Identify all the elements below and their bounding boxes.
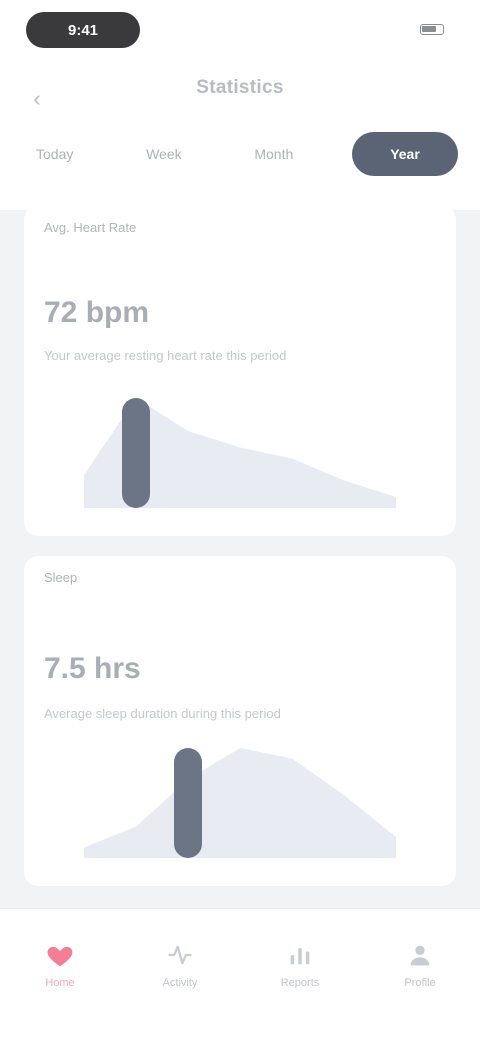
tabbar-label: Profile <box>404 977 436 989</box>
card-value: 7.5 hrs <box>44 652 141 685</box>
tabbar-label: Activity <box>162 977 198 989</box>
activity-icon <box>164 939 196 971</box>
chart-area <box>84 748 396 858</box>
card-value: 72 bpm <box>44 296 150 329</box>
heart-icon <box>44 939 76 971</box>
tabbar-item-home[interactable]: Home <box>10 939 110 1040</box>
period-tabs: Today Week Month Year <box>22 130 458 178</box>
header: ‹ Statistics Today Week Month Year <box>0 60 480 210</box>
tabbar-item-reports[interactable]: Reports <box>250 939 350 1040</box>
bottom-tab-bar: Home Activity Reports Profile <box>0 908 480 1040</box>
tab-today[interactable]: Today <box>22 132 87 176</box>
card-label: Sleep <box>44 570 78 585</box>
card-label: Avg. Heart Rate <box>44 220 137 235</box>
sleep-chart <box>84 748 396 858</box>
status-time: 9:41 <box>26 12 140 48</box>
heart-rate-card[interactable]: Avg. Heart Rate 72 bpm Your average rest… <box>24 206 456 536</box>
page-title: Statistics <box>196 77 284 98</box>
status-indicators <box>384 18 444 40</box>
card-subtitle: Your average resting heart rate this per… <box>44 348 287 363</box>
user-icon <box>404 939 436 971</box>
tab-year[interactable]: Year <box>351 132 458 176</box>
tabbar-label: Reports <box>280 977 320 989</box>
tabbar-label: Home <box>45 977 75 989</box>
tab-month[interactable]: Month <box>240 132 307 176</box>
heart-rate-chart <box>84 398 396 508</box>
chart-highlight-bar[interactable] <box>122 398 150 508</box>
status-bar: 9:41 <box>0 0 480 60</box>
tabbar-item-activity[interactable]: Activity <box>130 939 230 1040</box>
chart-icon <box>284 939 316 971</box>
card-subtitle: Average sleep duration during this perio… <box>44 706 281 721</box>
tabbar-item-profile[interactable]: Profile <box>370 939 470 1040</box>
sleep-card[interactable]: Sleep 7.5 hrs Average sleep duration dur… <box>24 556 456 886</box>
chart-highlight-bar[interactable] <box>174 748 202 858</box>
tab-week[interactable]: Week <box>132 132 196 176</box>
battery-icon <box>420 23 444 35</box>
